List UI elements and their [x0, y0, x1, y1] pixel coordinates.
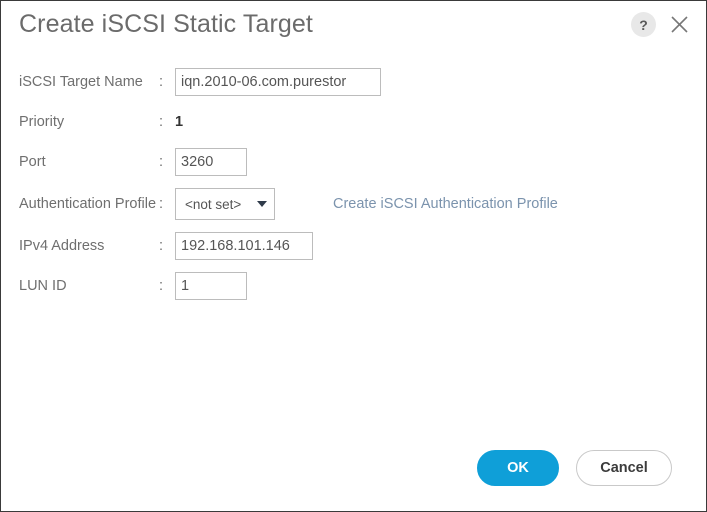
separator-colon: : [159, 74, 164, 90]
label-iscsi-target-name: iSCSI Target Name [19, 74, 143, 90]
create-iscsi-authentication-profile-link[interactable]: Create iSCSI Authentication Profile [333, 196, 558, 212]
field-row-authentication-profile: Authentication Profile : <not set> Creat… [1, 182, 706, 226]
field-row-lun-id: LUN ID : [1, 266, 706, 306]
separator-colon: : [159, 154, 164, 170]
dialog-footer: OK Cancel [1, 425, 706, 511]
ipv4-address-input[interactable] [175, 232, 313, 260]
separator-colon: : [159, 238, 164, 254]
help-icon[interactable]: ? [631, 12, 656, 37]
lun-id-input[interactable] [175, 272, 247, 300]
titlebar-actions: ? [631, 12, 692, 38]
iscsi-target-name-input[interactable] [175, 68, 381, 96]
field-row-port: Port : [1, 142, 706, 182]
label-authentication-profile: Authentication Profile [19, 196, 157, 212]
authentication-profile-select[interactable]: <not set> [175, 188, 275, 220]
cancel-button[interactable]: Cancel [576, 450, 672, 486]
close-icon[interactable] [666, 12, 692, 38]
dialog-body: iSCSI Target Name : Priority : 1 Port : … [1, 48, 706, 425]
separator-colon: : [159, 114, 164, 130]
dialog-titlebar: Create iSCSI Static Target ? [1, 1, 706, 48]
separator-colon: : [159, 278, 164, 294]
port-input[interactable] [175, 148, 247, 176]
authentication-profile-value: <not set> [185, 196, 242, 212]
field-row-priority: Priority : 1 [1, 102, 706, 142]
dialog-title: Create iSCSI Static Target [19, 10, 313, 38]
ok-button[interactable]: OK [477, 450, 559, 486]
create-iscsi-static-target-dialog: Create iSCSI Static Target ? iSCSI Targe… [0, 0, 707, 512]
label-ipv4-address: IPv4 Address [19, 238, 105, 254]
priority-value: 1 [175, 114, 184, 130]
label-priority: Priority [19, 114, 65, 130]
label-lun-id: LUN ID [19, 278, 67, 294]
chevron-down-icon [257, 201, 267, 207]
separator-colon: : [159, 196, 164, 212]
field-row-iscsi-target-name: iSCSI Target Name : [1, 62, 706, 102]
field-row-ipv4-address: IPv4 Address : [1, 226, 706, 266]
label-port: Port [19, 154, 46, 170]
